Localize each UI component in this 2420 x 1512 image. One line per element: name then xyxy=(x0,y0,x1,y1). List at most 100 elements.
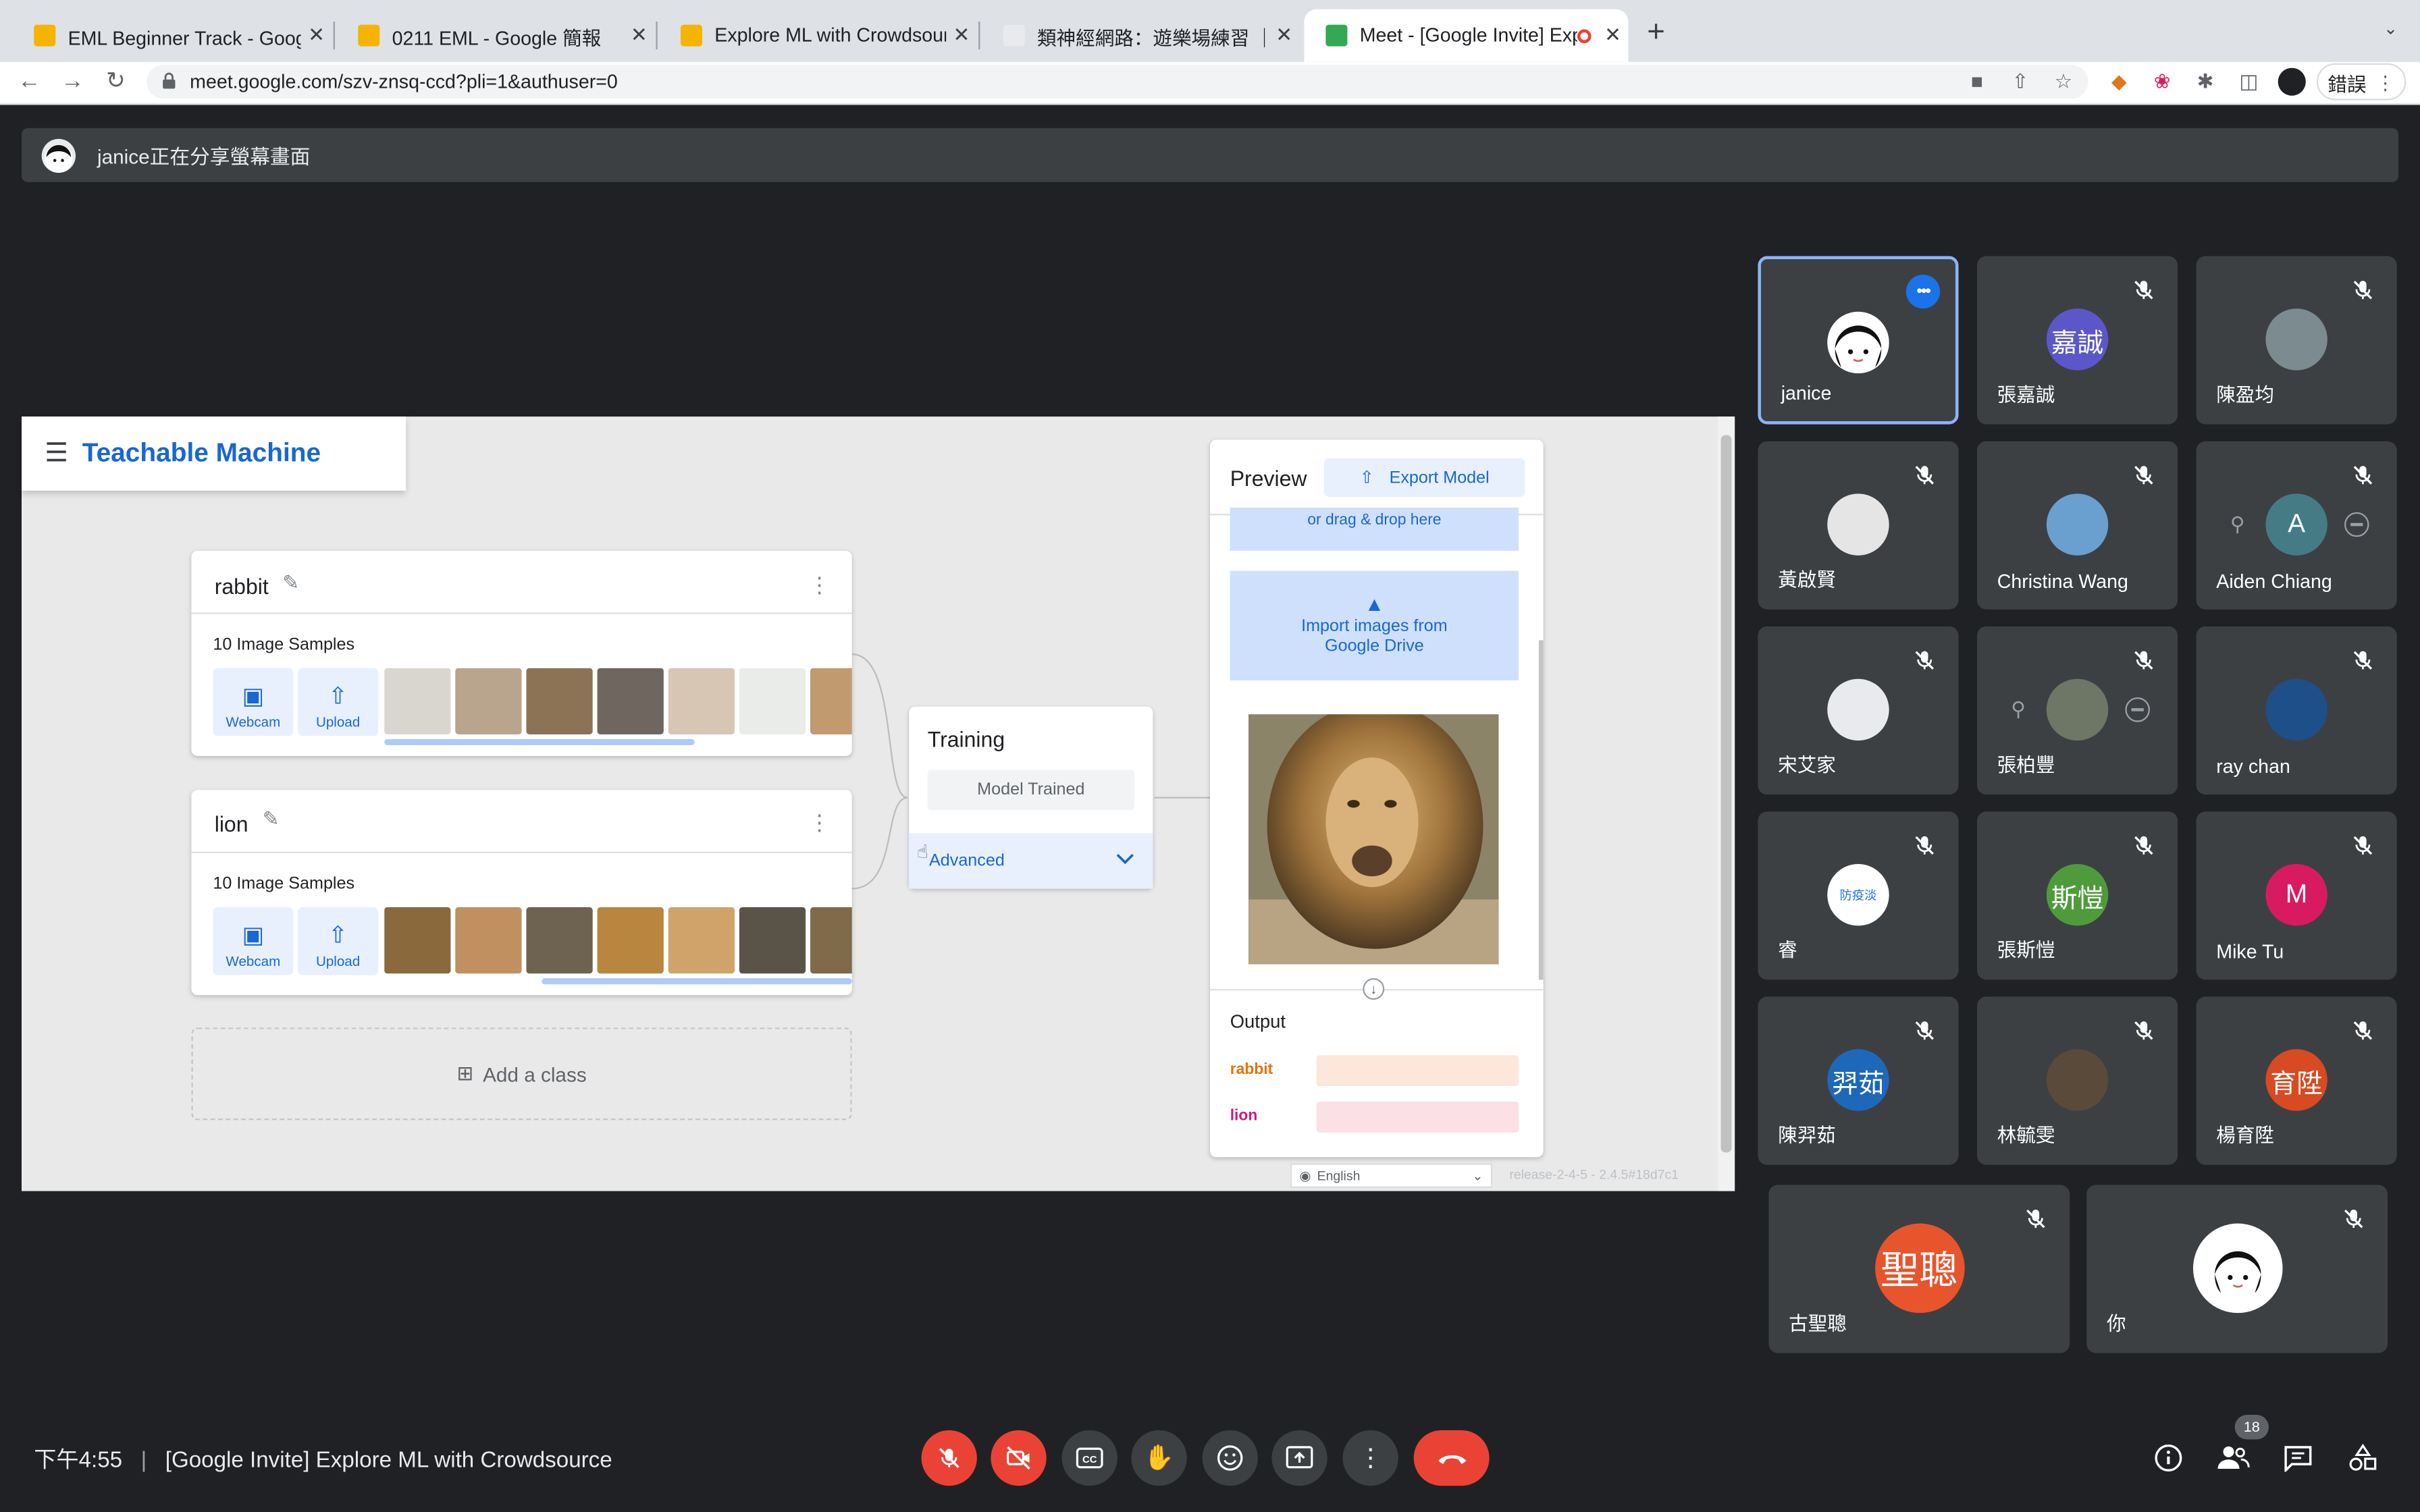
url-text: meet.google.com/szv-znsq-ccd?pli=1&authu… xyxy=(190,71,618,93)
mic-muted-icon xyxy=(2341,1206,2366,1231)
side-panel-icon[interactable]: ◫ xyxy=(2235,68,2263,96)
sample-thumbnail[interactable] xyxy=(455,907,522,974)
browser-tab[interactable]: 0211 EML - Google 簡報 ✕ xyxy=(336,9,654,62)
edit-pencil-icon[interactable]: ✎ xyxy=(282,571,299,596)
sample-thumbnail[interactable] xyxy=(526,907,593,974)
browser-tab[interactable]: 類神經網路：遊樂場練習 ｜ Mac✕ xyxy=(982,9,1300,62)
participant-tile[interactable]: A Aiden Chiang ⚲ xyxy=(2196,441,2397,610)
sample-thumbnail[interactable] xyxy=(810,907,852,974)
browser-tab[interactable]: Explore ML with Crowdsource V✕ xyxy=(659,9,977,62)
sample-thumbnail[interactable] xyxy=(384,668,451,734)
sample-thumbnail[interactable] xyxy=(455,668,522,734)
sample-thumbnail[interactable] xyxy=(810,668,852,734)
preview-lion-image xyxy=(1248,714,1499,965)
browser-tab[interactable]: Meet - [Google Invite] Expl ✕ xyxy=(1304,9,1629,62)
participant-tile[interactable]: 你 xyxy=(2086,1185,2388,1353)
camera-toggle-button[interactable] xyxy=(991,1430,1047,1486)
add-class-button[interactable]: ⊞ Add a class xyxy=(191,1027,852,1120)
back-button[interactable]: ← xyxy=(14,68,45,96)
participant-tile[interactable]: ray chan xyxy=(2196,626,2397,795)
more-options-button[interactable]: ⋮ xyxy=(1342,1430,1398,1486)
participant-tile[interactable]: 宋艾家 xyxy=(1758,626,1959,795)
reload-button[interactable]: ↻ xyxy=(101,68,132,96)
class-name[interactable]: lion xyxy=(215,811,248,836)
bookmark-star-icon[interactable]: ☆ xyxy=(2049,68,2077,96)
close-tab-icon[interactable]: ✕ xyxy=(1269,23,1300,48)
participant-tile[interactable]: M Mike Tu xyxy=(2196,811,2397,980)
captions-button[interactable]: CC xyxy=(1061,1430,1117,1486)
participant-tile[interactable]: 羿茹 陳羿茹 xyxy=(1758,996,1959,1165)
sample-thumbnail[interactable] xyxy=(597,907,664,974)
participant-tile[interactable]: 黃啟賢 xyxy=(1758,441,1959,610)
meeting-details-button[interactable] xyxy=(2150,1440,2187,1477)
class-options-icon[interactable]: ⋮ xyxy=(809,572,831,599)
participant-tile[interactable]: 防疫淡睿 xyxy=(1758,811,1959,980)
tab-search-icon[interactable]: ⌄ xyxy=(2378,18,2403,43)
mic-toggle-button[interactable] xyxy=(921,1430,977,1486)
participant-tile[interactable]: janice ••• xyxy=(1758,256,1959,425)
close-tab-icon[interactable]: ✕ xyxy=(301,23,332,48)
raise-hand-button[interactable]: ✋ xyxy=(1131,1430,1187,1486)
participant-tile[interactable]: 育陞 楊育陞 xyxy=(2196,996,2397,1165)
metamask-extension-icon[interactable]: ◆ xyxy=(2105,68,2133,96)
participant-tile[interactable]: 張柏豐 ⚲ xyxy=(1976,626,2178,795)
import-google-drive-button[interactable]: ▲ Import images from Google Drive xyxy=(1230,570,1519,680)
output-bar xyxy=(1316,1101,1519,1133)
edit-pencil-icon[interactable]: ✎ xyxy=(263,807,280,832)
camera-blocked-icon[interactable]: ■ xyxy=(1963,68,1991,96)
participant-tile[interactable]: 林毓雯 xyxy=(1976,996,2178,1165)
upload-button[interactable]: ⇧ Upload xyxy=(298,907,378,975)
thumb-scroll-indicator[interactable] xyxy=(384,738,695,745)
pin-icon[interactable]: ⚲ xyxy=(2230,512,2245,537)
leave-call-button[interactable] xyxy=(1413,1430,1490,1486)
participant-tile[interactable]: Christina Wang xyxy=(1976,441,2178,610)
address-bar[interactable]: meet.google.com/szv-znsq-ccd?pli=1&authu… xyxy=(147,64,2088,99)
advanced-toggle[interactable]: Advanced xyxy=(909,833,1153,889)
language-select[interactable]: ◉ English ⌄ xyxy=(1290,1163,1493,1188)
webcam-button[interactable]: ▣ Webcam xyxy=(213,668,294,736)
profile-avatar[interactable] xyxy=(2278,68,2306,96)
upload-button[interactable]: ⇧ Upload xyxy=(298,668,378,736)
browser-tab[interactable]: EML Beginner Track - Google 簡✕ xyxy=(12,9,332,62)
remove-icon[interactable] xyxy=(2125,697,2150,722)
sample-thumbnail[interactable] xyxy=(597,668,664,734)
new-tab-button[interactable]: + xyxy=(1641,16,1672,49)
error-button[interactable]: 錯誤 ⋮ xyxy=(2316,63,2406,101)
class-options-icon[interactable]: ⋮ xyxy=(809,810,831,836)
hamburger-menu-icon[interactable]: ☰ xyxy=(45,438,68,469)
sample-thumbnail[interactable] xyxy=(668,907,735,974)
activities-button[interactable] xyxy=(2344,1440,2382,1477)
more-options-icon[interactable]: ••• xyxy=(1905,274,1941,309)
forward-button[interactable]: → xyxy=(57,68,88,96)
close-tab-icon[interactable]: ✕ xyxy=(623,23,654,48)
sample-thumbnail[interactable] xyxy=(668,668,735,734)
info-icon xyxy=(2155,1444,2182,1472)
webcam-button[interactable]: ▣ Webcam xyxy=(213,907,294,975)
pin-icon[interactable]: ⚲ xyxy=(2011,697,2026,722)
export-model-button[interactable]: ⇧ Export Model xyxy=(1324,458,1525,497)
drag-drop-box[interactable]: or drag & drop here xyxy=(1230,507,1519,551)
sample-thumbnail[interactable] xyxy=(739,907,806,974)
class-name[interactable]: rabbit xyxy=(215,574,269,599)
people-button[interactable] xyxy=(2215,1440,2252,1477)
people-icon xyxy=(2217,1446,2250,1469)
participant-tile[interactable]: 陳盈均 xyxy=(2196,256,2397,425)
sample-thumbnail[interactable] xyxy=(739,668,806,734)
puzzle-extensions-icon[interactable]: ✱ xyxy=(2192,68,2219,96)
share-icon[interactable]: ⇧ xyxy=(2006,68,2034,96)
thumb-scroll-indicator[interactable] xyxy=(542,978,852,985)
participant-tile[interactable]: 聖聰 古聖聰 xyxy=(1768,1185,2070,1353)
present-screen-button[interactable] xyxy=(1271,1430,1327,1486)
close-tab-icon[interactable]: ✕ xyxy=(946,23,977,48)
sample-thumbnail[interactable] xyxy=(526,668,593,734)
reactions-button[interactable] xyxy=(1202,1430,1258,1486)
chat-button[interactable] xyxy=(2280,1440,2317,1477)
sample-thumbnail[interactable] xyxy=(384,907,451,974)
close-tab-icon[interactable]: ✕ xyxy=(1598,23,1629,48)
extension-icon[interactable]: ❀ xyxy=(2149,68,2176,96)
participant-tile[interactable]: 嘉誠 張嘉誠 xyxy=(1976,256,2178,425)
participant-tile[interactable]: 斯愷 張斯愷 xyxy=(1976,811,2178,980)
remove-icon[interactable] xyxy=(2344,512,2369,537)
banner-text: janice正在分享螢幕畫面 xyxy=(97,144,311,169)
model-trained-button[interactable]: Model Trained xyxy=(927,770,1134,810)
